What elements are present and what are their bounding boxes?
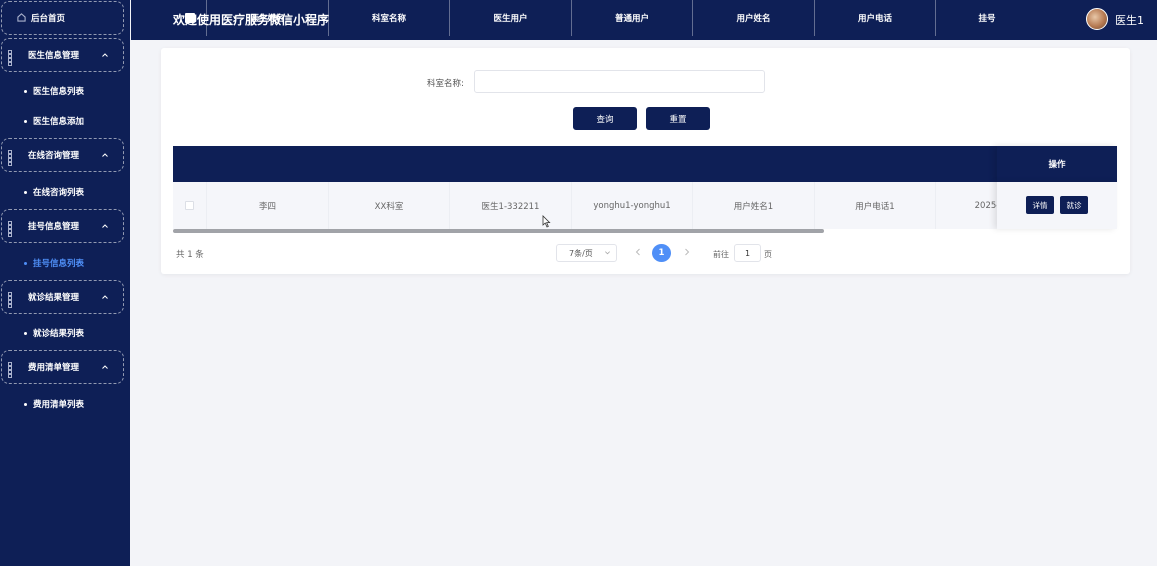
sidebar-item-label: 就诊结果列表	[33, 329, 85, 339]
bullet-dot	[24, 89, 27, 93]
sidebar-group-label: 就诊结果管理	[28, 293, 80, 303]
horizontal-scrollbar[interactable]	[173, 229, 824, 233]
select-all-checkbox[interactable]	[184, 13, 195, 23]
page-unit-label: 页	[764, 250, 772, 259]
column-header[interactable]: 医生姓名	[207, 0, 329, 36]
username[interactable]: 医生1	[1115, 12, 1144, 28]
grid-icon	[8, 221, 18, 237]
table-header	[173, 146, 1117, 182]
column-header[interactable]: 普通用户	[572, 0, 693, 36]
visit-button[interactable]: 就诊	[1060, 196, 1088, 214]
table-cell: 用户电话1	[815, 182, 936, 229]
sidebar-item-fee-list[interactable]: 费用清单列表	[24, 398, 84, 410]
column-header[interactable]: 用户电话	[815, 0, 936, 36]
query-button[interactable]: 查询	[573, 107, 637, 130]
sidebar-item-register-list[interactable]: 挂号信息列表	[24, 257, 84, 269]
column-header[interactable]: 挂号	[936, 0, 1038, 36]
sidebar-item-result-list[interactable]: 就诊结果列表	[24, 327, 84, 339]
goto-page-input[interactable]: 1	[734, 244, 761, 262]
bullet-dot	[24, 402, 27, 406]
table-cell: 医生1-332211	[450, 182, 572, 229]
sidebar-group-doctor[interactable]: 医生信息管理	[1, 38, 124, 72]
grid-icon	[8, 362, 18, 378]
sidebar-group-label: 在线咨询管理	[28, 151, 80, 161]
select-all-cell	[173, 0, 207, 36]
sidebar-item-label: 医生信息列表	[33, 87, 85, 97]
chevron-up-icon	[101, 151, 109, 159]
bullet-dot	[24, 190, 27, 194]
sidebar-item-label: 在线咨询列表	[33, 188, 85, 198]
sidebar-group-label: 挂号信息管理	[28, 222, 80, 232]
sidebar-group-register[interactable]: 挂号信息管理	[1, 209, 124, 243]
bullet-dot	[24, 261, 27, 265]
grid-icon	[8, 292, 18, 308]
sidebar-item-doctor-add[interactable]: 医生信息添加	[24, 115, 84, 127]
page-size-value: 7条/页	[569, 248, 593, 258]
column-header[interactable]: 科室名称	[329, 0, 450, 36]
sidebar-item-label: 挂号信息列表	[33, 259, 85, 269]
sidebar-group-fee[interactable]: 费用清单管理	[1, 350, 124, 384]
chevron-up-icon	[101, 51, 109, 59]
chevron-up-icon	[101, 363, 109, 371]
sidebar-home[interactable]: 后台首页	[1, 1, 124, 35]
row-checkbox[interactable]	[185, 201, 194, 210]
grid-icon	[8, 150, 18, 166]
page-size-select[interactable]: 7条/页	[556, 244, 617, 262]
sidebar: 后台首页 医生信息管理 医生信息列表 医生信息添加 在线咨询管理 在线咨询列表 …	[0, 0, 130, 566]
column-header-actions: 操作	[997, 146, 1117, 182]
sidebar-item-doctor-list[interactable]: 医生信息列表	[24, 85, 84, 97]
sidebar-item-consult-list[interactable]: 在线咨询列表	[24, 186, 84, 198]
table-cell: yonghu1-yonghu1	[572, 182, 693, 229]
sidebar-item-label: 医生信息添加	[33, 117, 85, 127]
chevron-up-icon	[101, 222, 109, 230]
column-header[interactable]: 用户姓名	[693, 0, 815, 36]
home-icon	[17, 13, 27, 23]
sidebar-group-result[interactable]: 就诊结果管理	[1, 280, 124, 314]
bullet-dot	[24, 331, 27, 335]
sidebar-group-consult[interactable]: 在线咨询管理	[1, 138, 124, 172]
actions-cell	[997, 182, 1117, 229]
table-cell: 李四	[207, 182, 329, 229]
sidebar-home-label: 后台首页	[31, 14, 66, 24]
row-select-cell	[173, 182, 207, 229]
mouse-cursor-icon	[542, 215, 551, 228]
table-cell: 用户姓名1	[693, 182, 815, 229]
page-number-current[interactable]: 1	[652, 244, 671, 262]
sidebar-group-label: 医生信息管理	[28, 51, 80, 61]
sidebar-group-label: 费用清单管理	[28, 363, 80, 373]
chevron-up-icon	[101, 293, 109, 301]
bullet-dot	[24, 119, 27, 123]
department-search-input[interactable]	[474, 70, 765, 93]
details-button[interactable]: 详情	[1026, 196, 1054, 214]
chevron-right-icon[interactable]	[683, 247, 691, 257]
column-header[interactable]: 医生用户	[450, 0, 572, 36]
chevron-down-icon	[604, 249, 611, 256]
goto-label: 前往	[713, 250, 729, 259]
search-label: 科室名称:	[427, 79, 464, 89]
avatar[interactable]	[1086, 8, 1108, 30]
chevron-left-icon[interactable]	[634, 247, 642, 257]
reset-button[interactable]: 重置	[646, 107, 710, 130]
sidebar-item-label: 费用清单列表	[33, 400, 85, 410]
grid-icon	[8, 50, 18, 66]
table-cell: XX科室	[329, 182, 450, 229]
total-count: 共 1 条	[176, 250, 204, 260]
